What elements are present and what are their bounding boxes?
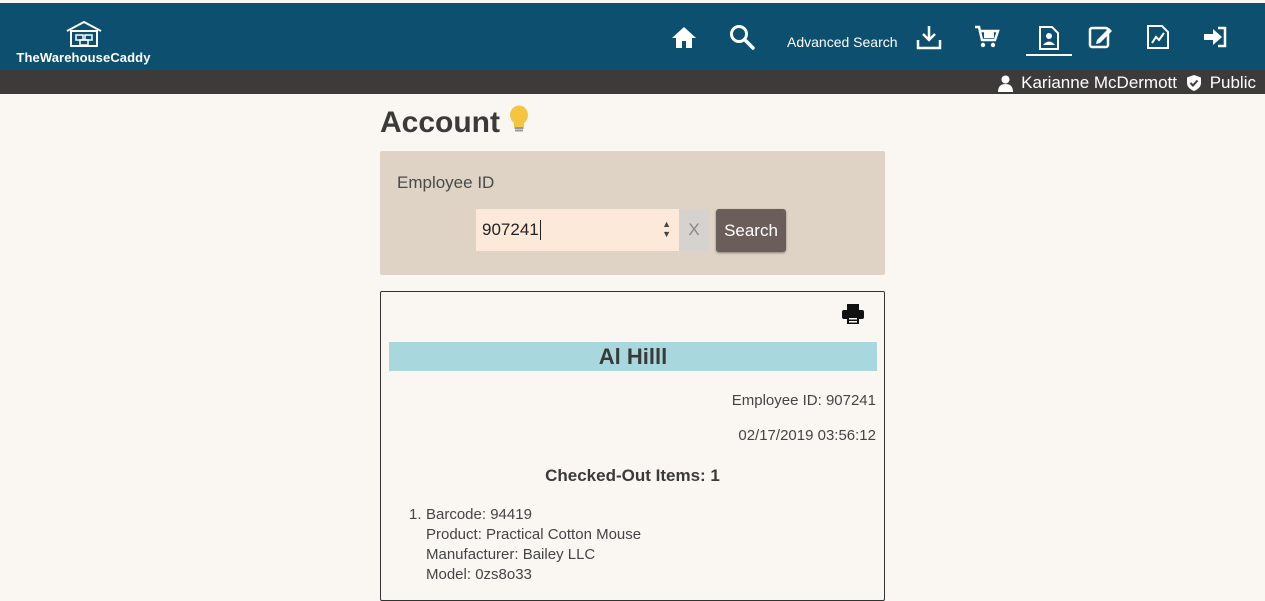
print-icon[interactable] [842, 304, 864, 329]
logout-icon[interactable] [1199, 21, 1231, 53]
item-product: Product: Practical Cotton Mouse [426, 526, 642, 543]
page-title: Account [380, 105, 530, 140]
item-manufacturer: Manufacturer: Bailey LLC [426, 546, 596, 563]
user-role: Public [1186, 73, 1256, 93]
item-model: Model: 0zs8o33 [426, 566, 532, 583]
shield-check-icon [1186, 75, 1201, 91]
advanced-search-link[interactable]: Advanced Search [787, 34, 898, 50]
list-item: 1. Barcode: 94419 Product: Practical Cot… [409, 505, 642, 585]
employee-id-input[interactable]: 907241 ▲ ▼ [476, 209, 679, 251]
number-stepper[interactable]: ▲ ▼ [662, 219, 671, 239]
cart-icon[interactable] [971, 21, 1003, 53]
user-role-label: Public [1209, 73, 1256, 92]
user-icon [998, 75, 1014, 92]
timestamp: 02/17/2019 03:56:12 [738, 427, 876, 444]
user-status-bar: Karianne McDermott Public [0, 70, 1265, 94]
item-barcode: Barcode: 94419 [426, 506, 532, 523]
lightbulb-icon[interactable] [508, 105, 530, 135]
report-icon[interactable] [1142, 21, 1174, 53]
employee-search-panel: Employee ID 907241 ▲ ▼ X Search [380, 151, 885, 275]
employee-id-text: Employee ID: 907241 [731, 392, 876, 409]
item-number: 1. [409, 506, 422, 523]
logo[interactable]: TheWarehouseCaddy [16, 20, 151, 65]
download-icon[interactable] [913, 21, 945, 53]
home-icon[interactable] [668, 21, 700, 53]
checked-out-list: 1. Barcode: 94419 Product: Practical Cot… [409, 505, 642, 585]
current-user[interactable]: Karianne McDermott [998, 73, 1177, 93]
page-title-text: Account [380, 106, 500, 139]
warehouse-icon [66, 20, 101, 47]
account-icon[interactable] [1026, 21, 1072, 56]
clear-button[interactable]: X [679, 209, 709, 251]
user-name: Karianne McDermott [1021, 73, 1177, 92]
search-icon[interactable] [726, 21, 758, 53]
employee-name: Al Hilll [389, 342, 877, 371]
employee-id-value: 907241 [482, 220, 539, 239]
employee-id-label: Employee ID [397, 173, 495, 192]
text-cursor [539, 220, 541, 240]
checked-out-heading: Checked-Out Items: 1 [545, 466, 720, 485]
edit-icon[interactable] [1085, 21, 1117, 53]
logo-text: TheWarehouseCaddy [16, 50, 151, 65]
account-card: Al Hilll Employee ID: 907241 02/17/2019 … [380, 291, 885, 601]
search-button[interactable]: Search [716, 209, 786, 252]
top-navigation-bar: TheWarehouseCaddy Advanced Search [0, 3, 1265, 70]
